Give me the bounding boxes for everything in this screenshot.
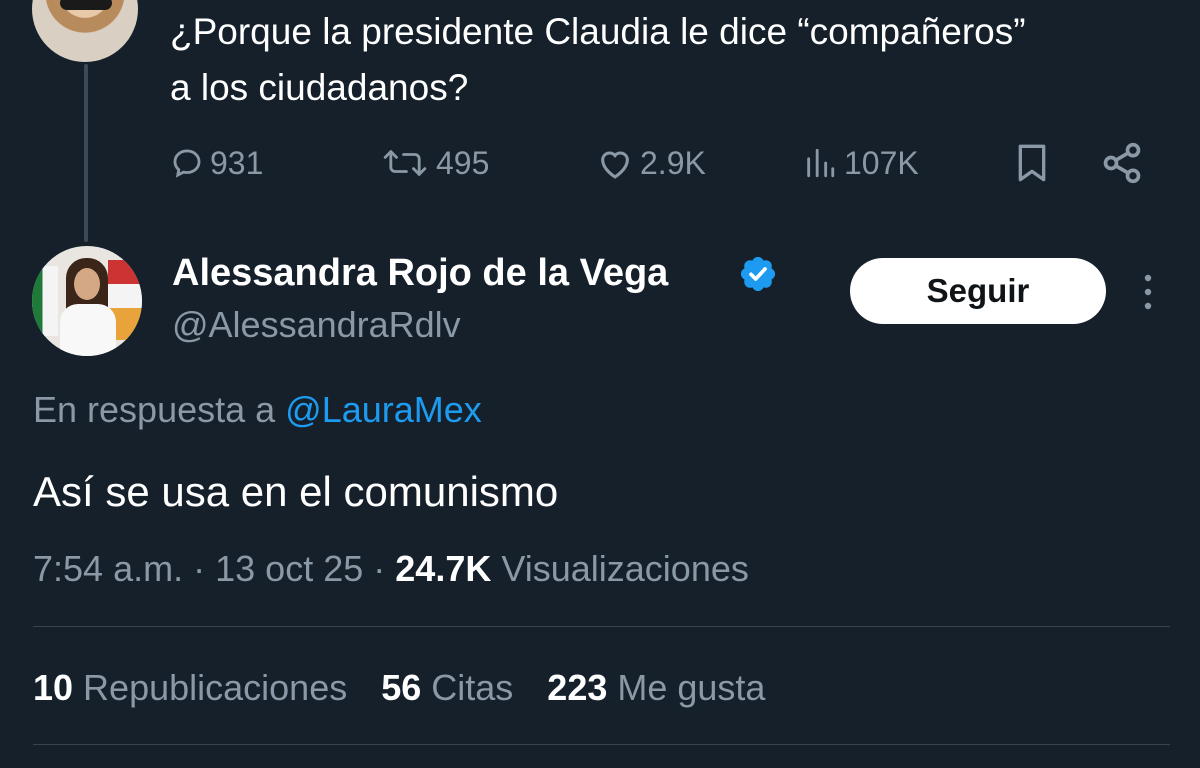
reply-count: 931 [210, 144, 264, 181]
reply-icon [173, 149, 201, 178]
bookmark-action[interactable] [1012, 140, 1052, 186]
reposts-label: Republicaciones [83, 667, 348, 708]
quotes-stat[interactable]: 56 Citas [381, 662, 513, 714]
quotes-count: 56 [381, 667, 422, 708]
engagement-stats: 10 Republicaciones 56 Citas 223 Me gusta [33, 662, 799, 714]
share-action[interactable] [1100, 140, 1144, 186]
like-count: 2.9K [640, 144, 706, 181]
retweet-count: 495 [436, 144, 490, 181]
author-avatar[interactable] [32, 246, 142, 356]
divider [33, 744, 1170, 745]
like-action[interactable]: 2.9K [596, 140, 706, 186]
heart-icon [601, 151, 629, 179]
divider [33, 626, 1170, 627]
separator-dot: · [193, 548, 206, 589]
author-name[interactable]: Alessandra Rojo de la Vega [172, 248, 668, 298]
likes-stat[interactable]: 223 Me gusta [547, 662, 765, 714]
reposts-count: 10 [33, 667, 74, 708]
reply-context-prefix: En respuesta a [33, 389, 276, 430]
likes-label: Me gusta [617, 667, 766, 708]
views-icon [807, 148, 835, 178]
separator-dot: · [373, 548, 386, 589]
reply-context: En respuesta a @LauraMex [33, 384, 482, 436]
tweet-metadata: 7:54 a.m. · 13 oct 25 · 24.7K Visualizac… [33, 543, 749, 595]
reply-to-mention-link[interactable]: @LauraMex [285, 389, 482, 430]
bookmark-icon [1018, 144, 1046, 182]
tweet-text: Así se usa en el comunismo [33, 468, 559, 515]
views-total: 24.7K [395, 548, 492, 589]
tweet-time[interactable]: 7:54 a.m. [33, 548, 183, 589]
tweet-date[interactable]: 13 oct 25 [215, 548, 363, 589]
views-count: 107K [844, 144, 919, 181]
parent-tweet-text: ¿Porque la presidente Claudia le dice “c… [170, 11, 1026, 108]
quotes-label: Citas [431, 667, 514, 708]
views-label: Visualizaciones [501, 548, 749, 589]
follow-button[interactable]: Seguir [850, 258, 1106, 324]
retweet-action[interactable]: 495 [380, 140, 489, 186]
more-options-icon[interactable] [1134, 270, 1162, 314]
thread-connector-line [84, 64, 88, 242]
reposts-stat[interactable]: 10 Republicaciones [33, 662, 347, 714]
verified-badge-icon [740, 256, 776, 292]
parent-author-avatar[interactable] [32, 0, 138, 62]
share-icon [1103, 142, 1141, 184]
retweet-icon [383, 150, 427, 176]
author-handle[interactable]: @AlessandraRdlv [172, 300, 461, 350]
reply-action[interactable]: 931 [170, 140, 263, 186]
views-action[interactable]: 107K [802, 140, 919, 186]
likes-count: 223 [547, 667, 608, 708]
